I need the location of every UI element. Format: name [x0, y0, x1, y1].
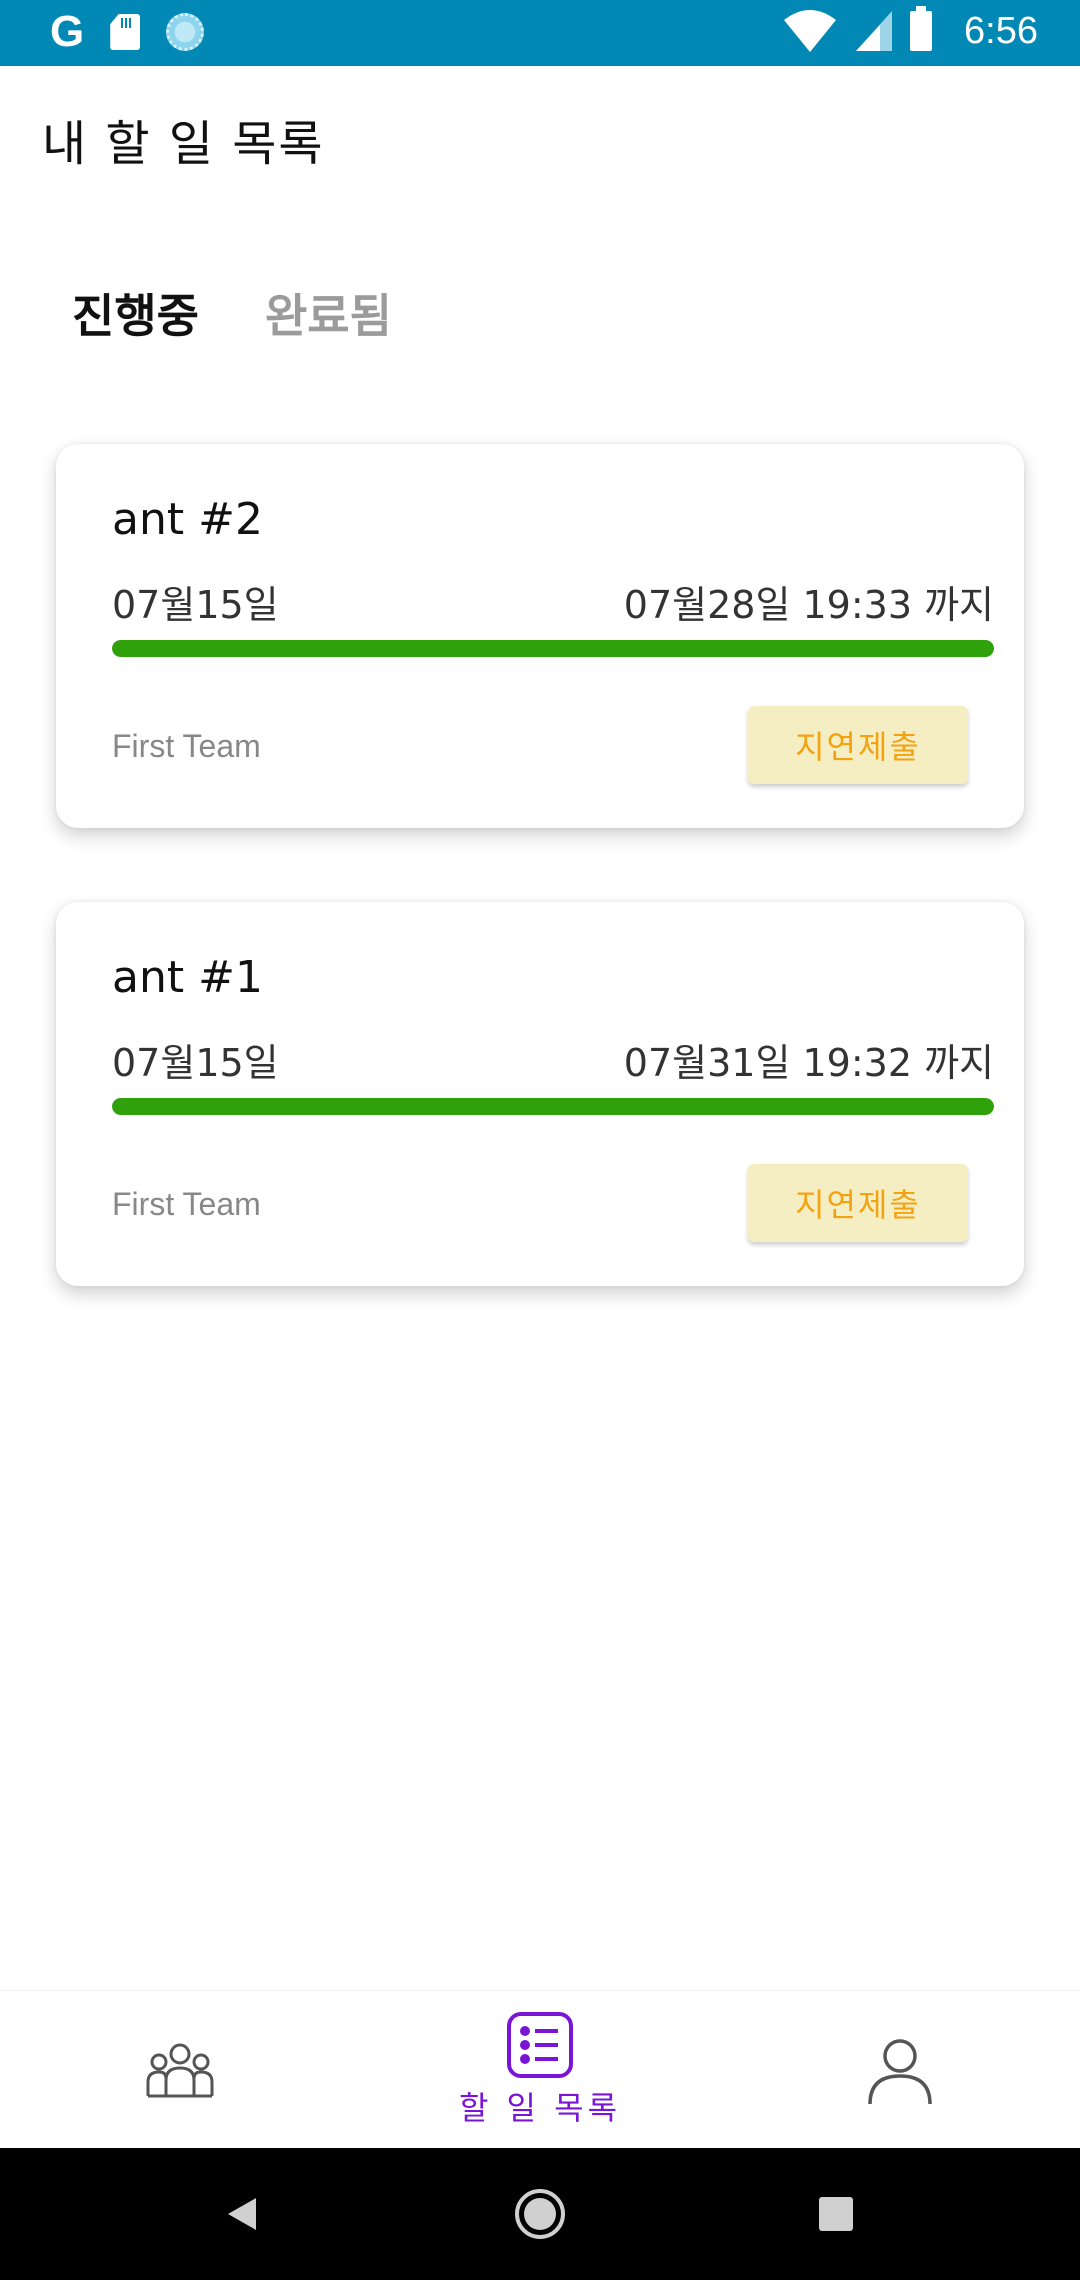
battery-icon: [910, 6, 933, 51]
late-submit-button[interactable]: 지연제출: [748, 1164, 968, 1242]
task-title: ant #2: [112, 494, 263, 545]
recents-icon: [819, 2197, 853, 2231]
task-card[interactable]: ant #2 07월15일 07월28일 19:33 까지 First Team…: [56, 444, 1024, 828]
bottom-navigation: 할 일 목록: [0, 1990, 1080, 2148]
todo-list-icon: [507, 2012, 573, 2078]
profile-icon: [868, 2039, 932, 2105]
task-card[interactable]: ant #1 07월15일 07월31일 19:32 까지 First Team…: [56, 902, 1024, 1286]
task-team: First Team: [112, 1186, 261, 1222]
signal-icon: [856, 11, 893, 51]
home-icon: [515, 2189, 565, 2239]
team-icon: [146, 2043, 214, 2098]
recents-button[interactable]: [786, 2148, 886, 2280]
nav-todo-tab[interactable]: 할 일 목록: [440, 1991, 640, 2149]
back-icon: [228, 2198, 256, 2230]
sync-icon: [166, 13, 205, 51]
task-progress-bar: [112, 640, 994, 657]
task-due-date: 07월28일 19:33 까지: [623, 583, 994, 627]
task-progress-fill: [112, 1098, 994, 1115]
late-submit-button[interactable]: 지연제출: [748, 706, 968, 784]
task-due-date: 07월31일 19:32 까지: [623, 1041, 994, 1085]
task-start-date: 07월15일: [112, 583, 279, 627]
tab-bar: 진행중 완료됨: [72, 280, 392, 346]
wifi-icon: [784, 10, 837, 52]
tab-completed[interactable]: 완료됨: [265, 280, 392, 346]
page-title: 내 할 일 목록: [42, 116, 325, 172]
task-title: ant #1: [112, 952, 263, 1003]
task-progress-fill: [112, 640, 994, 657]
home-button[interactable]: [490, 2148, 590, 2280]
sd-card-icon: [110, 14, 141, 50]
status-time: 6:56: [964, 9, 1038, 52]
google-icon: G: [50, 7, 85, 56]
tab-in-progress[interactable]: 진행중: [72, 280, 199, 346]
back-button[interactable]: [192, 2148, 292, 2280]
task-start-date: 07월15일: [112, 1041, 279, 1085]
nav-team-tab[interactable]: [120, 1991, 240, 2149]
system-navigation-bar: [0, 2148, 1080, 2280]
nav-todo-label: 할 일 목록: [458, 2089, 622, 2127]
status-bar: G 6:56: [0, 0, 1080, 66]
task-progress-bar: [112, 1098, 994, 1115]
task-team: First Team: [112, 728, 261, 764]
nav-profile-tab[interactable]: [840, 1991, 960, 2149]
